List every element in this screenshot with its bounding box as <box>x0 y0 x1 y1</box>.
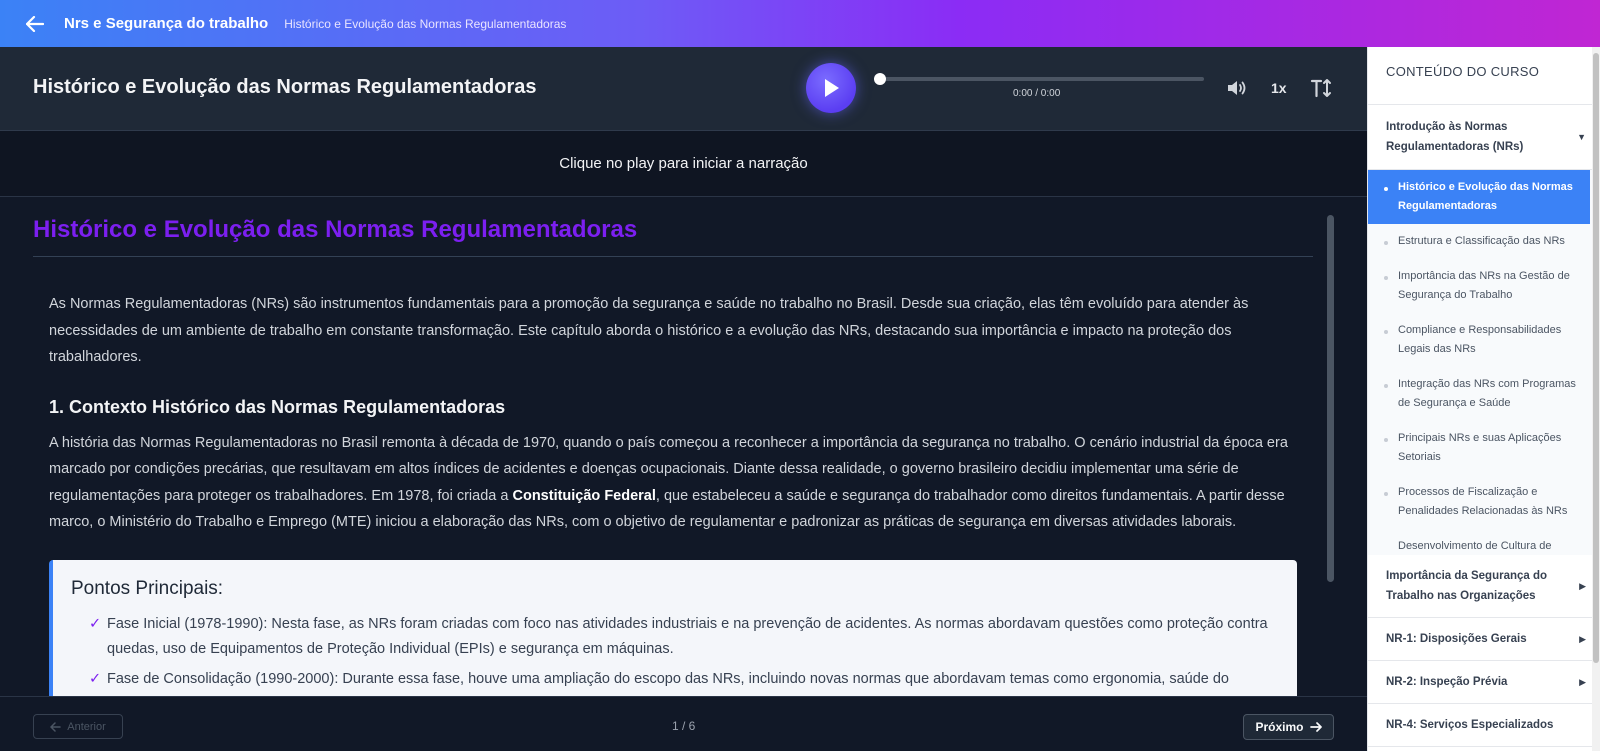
volume-button[interactable] <box>1226 78 1248 98</box>
narration-hint: Clique no play para iniciar a narração <box>0 131 1367 197</box>
time-display: 0:00 / 0:00 <box>1013 88 1061 99</box>
lesson-title: Histórico e Evolução das Normas Regulame… <box>33 76 537 98</box>
module-importancia[interactable]: Importância da Segurança do Trabalho nas… <box>1368 555 1600 618</box>
key-point-item: ✓ Fase de Consolidação (1990-2000): Dura… <box>71 667 1279 692</box>
bullet-icon <box>1384 241 1388 245</box>
module-label: Introdução às Normas Regulamentadoras (N… <box>1386 121 1524 153</box>
audio-player: Histórico e Evolução das Normas Regulame… <box>0 47 1367 131</box>
course-sidebar: CONTEÚDO DO CURSO Introdução às Normas R… <box>1367 47 1600 751</box>
section-text-bold: Constituição Federal <box>512 487 656 504</box>
bullet-icon <box>1384 187 1388 191</box>
module-nr4[interactable]: NR-4: Serviços Especializados <box>1368 704 1600 747</box>
lesson-label: Histórico e Evolução das Normas Regulame… <box>1398 181 1573 212</box>
check-icon: ✓ <box>89 670 102 687</box>
intro-paragraph: As Normas Regulamentadoras (NRs) são ins… <box>49 296 1249 365</box>
font-size-icon <box>1310 79 1331 98</box>
section-heading: 1. Contexto Histórico das Normas Regulam… <box>49 396 506 417</box>
chevron-down-icon: ▼ <box>1577 132 1586 142</box>
lesson-label: Integração das NRs com Programas de Segu… <box>1398 378 1576 409</box>
key-points-box: Pontos Principais: ✓ Fase Inicial (1978-… <box>49 559 1297 696</box>
bullet-icon <box>1384 276 1388 280</box>
bullet-icon <box>1384 384 1388 388</box>
bullet-icon <box>1384 438 1388 442</box>
lesson-footer: Anterior 1 / 6 Próximo <box>0 696 1367 751</box>
module-label: NR-1: Disposições Gerais <box>1386 633 1527 645</box>
top-bar: Nrs e Segurança do trabalho Histórico e … <box>0 0 1600 47</box>
arrow-left-icon <box>50 721 61 732</box>
lesson-item[interactable]: Estrutura e Classificação das NRs <box>1368 224 1600 259</box>
arrow-left-icon <box>26 15 44 32</box>
lesson-label: Importância das NRs na Gestão de Seguran… <box>1398 270 1570 301</box>
lesson-item[interactable]: Integração das NRs com Programas de Segu… <box>1368 367 1600 421</box>
previous-button[interactable]: Anterior <box>33 714 123 739</box>
key-points-title: Pontos Principais: <box>71 577 224 599</box>
breadcrumb: Histórico e Evolução das Normas Regulame… <box>284 16 567 31</box>
lesson-label: Compliance e Responsabilidades Legais da… <box>1398 324 1562 355</box>
module-intro-nrs[interactable]: Introdução às Normas Regulamentadoras (N… <box>1368 105 1600 170</box>
lesson-item[interactable]: Processos de Fiscalização e Penalidades … <box>1368 475 1600 529</box>
chevron-right-icon: ▶ <box>1579 581 1586 591</box>
sidebar-scrollbar[interactable] <box>1592 47 1600 751</box>
next-button[interactable]: Próximo <box>1243 714 1334 740</box>
sidebar-scroll-thumb[interactable] <box>1593 53 1599 663</box>
chevron-right-icon: ▶ <box>1579 677 1586 687</box>
volume-icon <box>1228 81 1246 95</box>
course-title: Nrs e Segurança do trabalho <box>64 15 269 32</box>
lesson-item[interactable]: Compliance e Responsabilidades Legais da… <box>1368 313 1600 367</box>
content-scrollbar[interactable] <box>1327 215 1334 582</box>
key-point-text: Fase de Consolidação (1990-2000): Durant… <box>107 670 1229 687</box>
previous-label: Anterior <box>67 720 106 733</box>
check-icon: ✓ <box>89 615 102 632</box>
chevron-right-icon: ▶ <box>1579 634 1586 644</box>
next-label: Próximo <box>1255 720 1304 734</box>
lesson-item[interactable]: Desenvolvimento de Cultura de <box>1368 529 1600 555</box>
module-label: NR-2: Inspeção Prévia <box>1386 676 1508 688</box>
lesson-content[interactable]: Histórico e Evolução das Normas Regulame… <box>0 198 1367 696</box>
play-icon <box>825 79 839 97</box>
module-nr1[interactable]: NR-1: Disposições Gerais ▶ <box>1368 618 1600 661</box>
lesson-item[interactable]: Importância das NRs na Gestão de Seguran… <box>1368 259 1600 313</box>
lesson-label: Desenvolvimento de Cultura de <box>1398 540 1552 552</box>
bullet-icon <box>1384 492 1388 496</box>
content-heading: Histórico e Evolução das Normas Regulame… <box>33 216 1313 257</box>
lesson-item[interactable]: Principais NRs e suas Aplicações Setoria… <box>1368 421 1600 475</box>
key-point-text: Fase Inicial (1978-1990): Nesta fase, as… <box>107 615 1268 657</box>
lesson-item[interactable]: Histórico e Evolução das Normas Regulame… <box>1368 170 1590 224</box>
page-indicator: 1 / 6 <box>672 719 696 733</box>
section-paragraph: A história das Normas Regulamentadoras n… <box>33 430 1313 536</box>
arrow-right-icon <box>1309 722 1322 732</box>
lesson-label: Estrutura e Classificação das NRs <box>1398 235 1565 247</box>
play-button[interactable] <box>806 63 856 113</box>
main-area: Histórico e Evolução das Normas Regulame… <box>0 47 1367 751</box>
sidebar-header: CONTEÚDO DO CURSO <box>1368 47 1600 105</box>
key-point-item: ✓ Fase Inicial (1978-1990): Nesta fase, … <box>71 612 1279 662</box>
bullet-icon <box>1384 330 1388 334</box>
font-size-button[interactable] <box>1310 77 1332 99</box>
back-button[interactable] <box>22 11 48 37</box>
module-nr2[interactable]: NR-2: Inspeção Prévia ▶ <box>1368 661 1600 704</box>
lesson-label: Processos de Fiscalização e Penalidades … <box>1398 486 1568 517</box>
module-label: NR-4: Serviços Especializados <box>1386 719 1554 731</box>
progress-slider[interactable] <box>874 73 1204 85</box>
speed-button[interactable]: 1x <box>1271 80 1287 96</box>
lesson-list: Histórico e Evolução das Normas Regulame… <box>1368 170 1600 555</box>
module-label: Importância da Segurança do Trabalho nas… <box>1386 570 1548 602</box>
progress-handle[interactable] <box>874 73 886 85</box>
lesson-label: Principais NRs e suas Aplicações Setoria… <box>1398 432 1562 463</box>
